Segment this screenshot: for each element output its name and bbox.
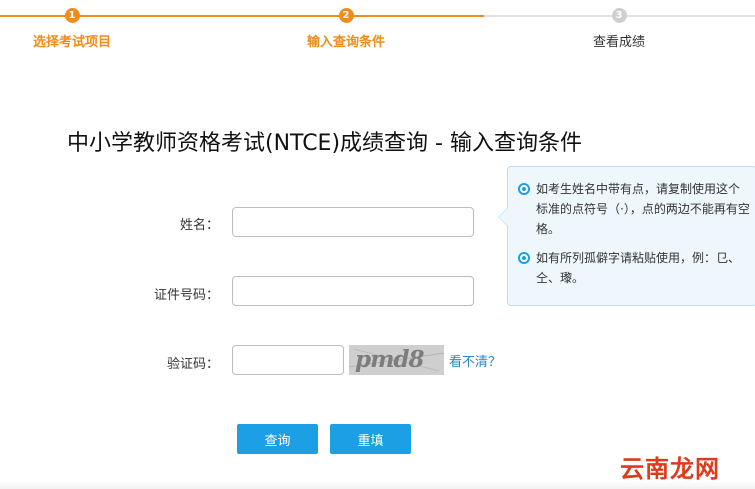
step-label: 查看成绩 — [592, 35, 645, 50]
tip-item: 如考生姓名中带有点，请复制使用这个标准的点符号（·），点的两边不能再有空格。 — [518, 179, 751, 239]
page-title: 中小学教师资格考试(NTCE)成绩查询 - 输入查询条件 — [67, 131, 582, 156]
name-label: 姓名： — [179, 218, 219, 233]
query-button[interactable]: 查询 — [237, 424, 318, 454]
step-input-conditions: 2 输入查询条件 — [266, 8, 426, 50]
captcha-label: 验证码： — [166, 357, 219, 372]
step-number: 2 — [338, 8, 354, 23]
tip-text: 如有所列孤僻字请粘贴使用，例：㔾、仝、瓈。 — [536, 251, 741, 285]
watermark-logo: 云南龙网 — [620, 455, 720, 483]
tip-item: 如有所列孤僻字请粘贴使用，例：㔾、仝、瓈。 — [518, 248, 751, 288]
tips-pointer — [498, 207, 508, 227]
captcha-image[interactable]: pmd8 — [349, 345, 444, 375]
captcha-text: pmd8 — [355, 346, 425, 373]
radio-bullet-icon — [518, 252, 530, 264]
step-select-exam: 1 选择考试项目 — [0, 8, 152, 50]
name-input[interactable] — [232, 207, 474, 237]
refresh-captcha-link[interactable]: 看不清？ — [449, 351, 501, 370]
step-number: 1 — [64, 8, 80, 23]
step-label: 输入查询条件 — [306, 35, 385, 50]
captcha-input[interactable] — [232, 345, 344, 375]
step-number: 3 — [611, 8, 627, 23]
tips-box: 如考生姓名中带有点，请复制使用这个标准的点符号（·），点的两边不能再有空格。 如… — [498, 166, 755, 306]
reset-button[interactable]: 重填 — [330, 424, 411, 454]
tip-text: 如考生姓名中带有点，请复制使用这个标准的点符号（·），点的两边不能再有空格。 — [536, 182, 750, 236]
progress-steps: 1 选择考试项目 2 输入查询条件 3 查看成绩 — [0, 0, 755, 70]
id-number-label: 证件号码： — [153, 288, 219, 303]
radio-bullet-icon — [518, 183, 530, 195]
step-view-score: 3 查看成绩 — [539, 8, 699, 50]
step-label: 选择考试项目 — [32, 35, 111, 50]
id-number-input[interactable] — [232, 276, 474, 306]
